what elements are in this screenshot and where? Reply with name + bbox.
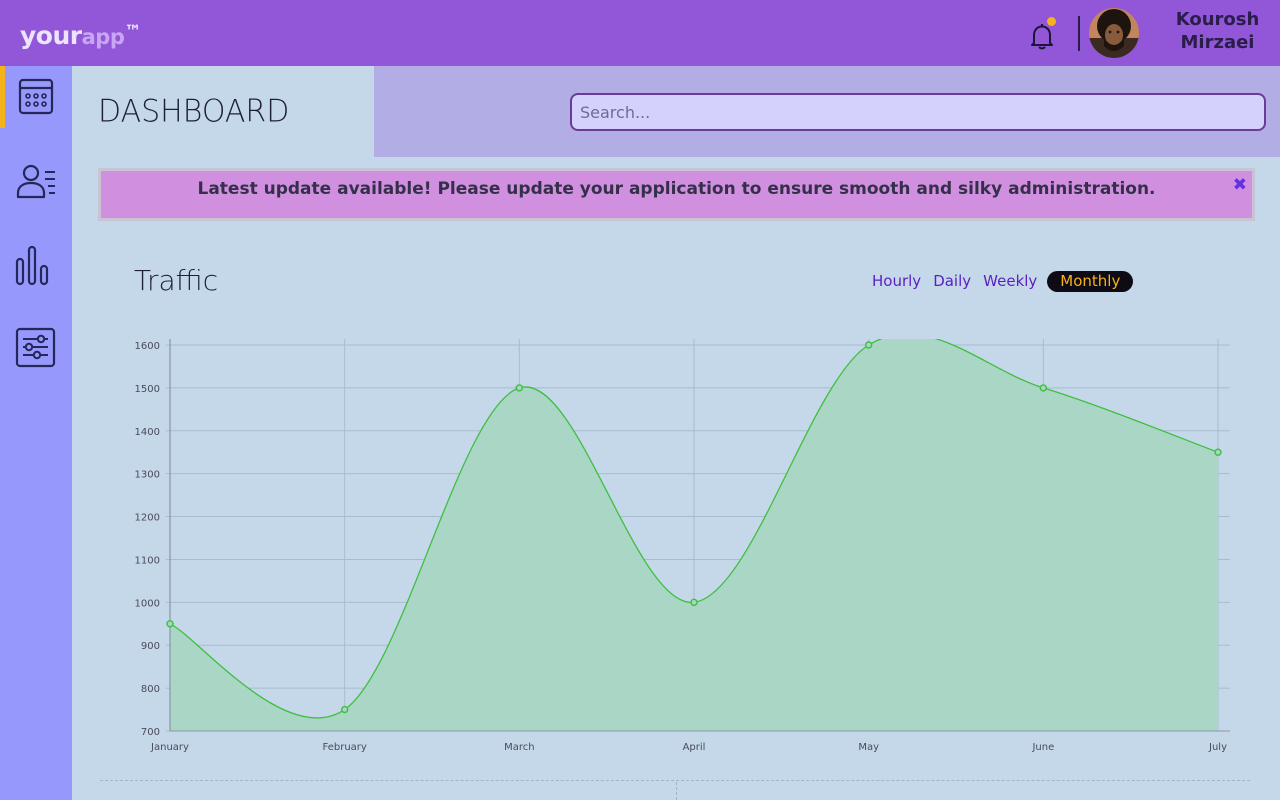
y-tick-label: 1100	[135, 555, 160, 566]
y-tick-label: 1500	[135, 384, 160, 395]
sidebar-item-settings[interactable]	[0, 316, 72, 378]
data-point	[1214, 448, 1222, 456]
bar-chart-icon	[15, 245, 49, 286]
sidebar-item-users[interactable]	[0, 150, 72, 212]
y-tick-label: 700	[141, 727, 160, 738]
y-tick-label: 1400	[135, 427, 160, 438]
update-alert: Latest update available! Please update y…	[98, 168, 1255, 221]
tab-weekly[interactable]: Weekly	[977, 271, 1043, 292]
tab-daily[interactable]: Daily	[927, 271, 977, 292]
section-divider	[100, 780, 1250, 781]
page-title: DASHBOARD	[98, 93, 290, 130]
data-point	[690, 598, 698, 607]
x-tick-label: May	[858, 742, 879, 753]
top-bar: yourapp™ Kourosh Mirzaei	[0, 0, 1280, 66]
settings-sliders-icon	[15, 327, 56, 368]
x-tick-label: March	[504, 742, 534, 753]
x-tick-label: January	[150, 742, 189, 753]
section-divider-vertical	[676, 782, 677, 800]
data-point	[340, 705, 349, 714]
close-icon[interactable]: ✖	[1233, 175, 1247, 195]
app-logo[interactable]: yourapp™	[20, 16, 141, 53]
header-divider	[1078, 16, 1080, 51]
range-tabs: Hourly Daily Weekly Monthly	[866, 270, 1134, 292]
x-tick-label: June	[1031, 742, 1054, 753]
notification-dot	[1047, 17, 1056, 26]
y-tick-label: 1600	[135, 341, 160, 352]
search-input[interactable]	[570, 93, 1266, 131]
y-tick-label: 1000	[135, 598, 160, 609]
user-last-name: Mirzaei	[1180, 32, 1255, 53]
data-point	[1039, 384, 1048, 392]
user-first-name: Kourosh	[1175, 9, 1260, 30]
sidebar-item-analytics[interactable]	[0, 234, 72, 296]
y-tick-label: 900	[141, 641, 160, 652]
x-tick-label: February	[323, 742, 367, 753]
data-point	[515, 384, 524, 392]
data-point	[864, 341, 873, 349]
sidebar	[0, 66, 72, 800]
y-tick-label: 1300	[135, 470, 160, 481]
traffic-title: Traffic	[134, 264, 219, 297]
calendar-icon	[18, 78, 54, 115]
data-point	[166, 620, 174, 628]
alert-message: Latest update available! Please update y…	[197, 179, 1156, 199]
traffic-chart: 700 800 900 1000 1100 1200 1300 1400 1500 1600 Jan…	[135, 339, 1230, 753]
tab-monthly[interactable]: Monthly	[1047, 270, 1134, 292]
logo-trademark: ™	[124, 22, 141, 42]
tab-hourly[interactable]: Hourly	[866, 271, 927, 292]
sidebar-item-dashboard[interactable]	[0, 66, 72, 128]
y-tick-label: 800	[141, 684, 160, 695]
y-tick-label: 1200	[135, 513, 160, 524]
logo-primary: your	[20, 21, 82, 50]
avatar[interactable]	[1089, 8, 1139, 58]
x-tick-label: July	[1208, 742, 1227, 753]
x-tick-label: April	[683, 742, 706, 753]
user-name[interactable]: Kourosh Mirzaei	[1160, 8, 1275, 54]
users-list-icon	[16, 164, 55, 199]
logo-secondary: app	[81, 25, 125, 49]
